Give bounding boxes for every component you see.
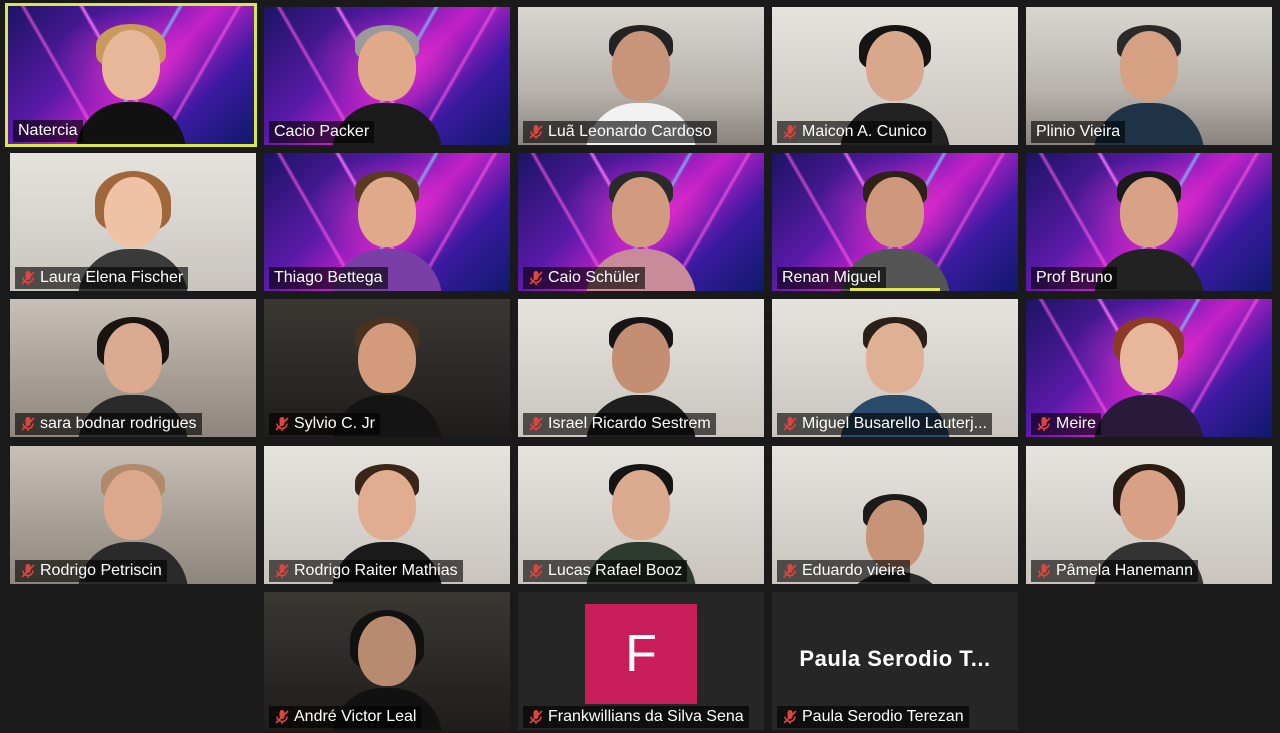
participant-name-label: Lucas Rafael Booz — [523, 560, 688, 582]
participant-name-label: Cacio Packer — [269, 121, 375, 143]
participant-name: Miguel Busarello Lauterj... — [802, 415, 987, 432]
participant-name: Frankwillians da Silva Sena — [548, 708, 744, 725]
mic-muted-icon — [782, 563, 798, 579]
mic-muted-icon — [782, 124, 798, 140]
mic-muted-icon — [20, 270, 36, 286]
participant-name-label: Miguel Busarello Lauterj... — [777, 413, 992, 435]
video-tile-frankwillians-da-silva-sena[interactable]: F Frankwillians da Silva Sena — [518, 592, 764, 730]
participant-name-label: Pâmela Hanemann — [1031, 560, 1198, 582]
video-tile-lua-leonardo-cardoso[interactable]: Luã Leonardo Cardoso — [518, 7, 764, 145]
participant-name: Prof Bruno — [1036, 269, 1113, 286]
participant-name: Natercia — [18, 122, 78, 139]
mic-muted-icon — [528, 124, 544, 140]
participant-name: Thiago Bettega — [274, 269, 383, 286]
video-tile-sara-bodnar-rodrigues[interactable]: sara bodnar rodrigues — [10, 299, 256, 437]
participant-name-label: Frankwillians da Silva Sena — [523, 706, 749, 728]
video-tile-laura-elena-fischer[interactable]: Laura Elena Fischer — [10, 153, 256, 291]
video-off-display-name: Paula Serodio T... — [799, 646, 991, 671]
participant-name: Rodrigo Petriscin — [40, 562, 162, 579]
participant-name: Caio Schüler — [548, 269, 640, 286]
avatar-initial: F — [625, 625, 657, 683]
participant-name: Paula Serodio Terezan — [802, 708, 964, 725]
participant-name-label: Maicon A. Cunico — [777, 121, 932, 143]
participant-name: Laura Elena Fischer — [40, 269, 184, 286]
mic-muted-icon — [782, 416, 798, 432]
participant-name: Sylvio C. Jr — [294, 415, 375, 432]
mic-muted-icon — [274, 416, 290, 432]
video-tile-pamela-hanemann[interactable]: Pâmela Hanemann — [1026, 446, 1272, 584]
participant-name-label: Renan Miguel — [777, 267, 886, 289]
video-tile-maicon-a-cunico[interactable]: Maicon A. Cunico — [772, 7, 1018, 145]
mic-muted-icon — [20, 416, 36, 432]
participant-name-label: Israel Ricardo Sestrem — [523, 413, 716, 435]
participant-name: Israel Ricardo Sestrem — [548, 415, 711, 432]
mic-muted-icon — [274, 709, 290, 725]
video-tile-thiago-bettega[interactable]: Thiago Bettega — [264, 153, 510, 291]
participant-name-label: Laura Elena Fischer — [15, 267, 189, 289]
participant-name-label: Thiago Bettega — [269, 267, 388, 289]
participant-name-label: Caio Schüler — [523, 267, 645, 289]
video-tile-israel-ricardo-sestrem[interactable]: Israel Ricardo Sestrem — [518, 299, 764, 437]
participant-name-label: sara bodnar rodrigues — [15, 413, 202, 435]
participant-name-label: Rodrigo Raiter Mathias — [269, 560, 463, 582]
participant-name: André Victor Leal — [294, 708, 417, 725]
participant-name: Meire — [1056, 415, 1097, 432]
video-tile-renan-miguel[interactable]: Renan Miguel — [772, 153, 1018, 291]
video-tile-miguel-busarello[interactable]: Miguel Busarello Lauterj... — [772, 299, 1018, 437]
video-tile-eduardo-vieira[interactable]: Eduardo vieira — [772, 446, 1018, 584]
mic-muted-icon — [528, 416, 544, 432]
mic-muted-icon — [528, 270, 544, 286]
video-tile-meire[interactable]: Meire — [1026, 299, 1272, 437]
video-tile-lucas-rafael-booz[interactable]: Lucas Rafael Booz — [518, 446, 764, 584]
participant-video — [1094, 317, 1204, 437]
mic-muted-icon — [20, 563, 36, 579]
participant-name-label: Natercia — [13, 120, 83, 142]
video-tile-andre-victor-leal[interactable]: André Victor Leal — [264, 592, 510, 730]
participant-name: Renan Miguel — [782, 269, 881, 286]
mic-muted-icon — [528, 563, 544, 579]
avatar: F — [585, 604, 697, 704]
participant-name-label: Luã Leonardo Cardoso — [523, 121, 717, 143]
participant-name-label: André Victor Leal — [269, 706, 422, 728]
mic-muted-icon — [1036, 563, 1052, 579]
speaking-indicator — [850, 288, 940, 291]
video-tile-prof-bruno[interactable]: Prof Bruno — [1026, 153, 1272, 291]
participant-name-label: Sylvio C. Jr — [269, 413, 380, 435]
participant-name: Rodrigo Raiter Mathias — [294, 562, 458, 579]
video-tile-paula-serodio-terezan[interactable]: Paula Serodio T... Paula Serodio Terezan — [772, 592, 1018, 730]
participant-name-label: Prof Bruno — [1031, 267, 1118, 289]
participant-name-label: Plinio Vieira — [1031, 121, 1126, 143]
participant-name: sara bodnar rodrigues — [40, 415, 197, 432]
participant-name: Pâmela Hanemann — [1056, 562, 1193, 579]
participant-name: Eduardo vieira — [802, 562, 906, 579]
video-tile-rodrigo-petriscin[interactable]: Rodrigo Petriscin — [10, 446, 256, 584]
participant-name: Maicon A. Cunico — [802, 123, 927, 140]
video-tile-natercia[interactable]: Natercia — [5, 3, 257, 147]
participant-name: Lucas Rafael Booz — [548, 562, 683, 579]
participant-name-label: Paula Serodio Terezan — [777, 706, 969, 728]
participant-name: Plinio Vieira — [1036, 123, 1121, 140]
video-tile-sylvio-c-jr[interactable]: Sylvio C. Jr — [264, 299, 510, 437]
participant-name: Luã Leonardo Cardoso — [548, 123, 712, 140]
video-tile-plinio-vieira[interactable]: Plinio Vieira — [1026, 7, 1272, 145]
participant-name-label: Meire — [1031, 413, 1102, 435]
participant-name-label: Eduardo vieira — [777, 560, 911, 582]
mic-muted-icon — [1036, 416, 1052, 432]
participant-name-label: Rodrigo Petriscin — [15, 560, 167, 582]
mic-muted-icon — [782, 709, 798, 725]
video-tile-rodrigo-raiter-mathias[interactable]: Rodrigo Raiter Mathias — [264, 446, 510, 584]
participant-name: Cacio Packer — [274, 123, 370, 140]
mic-muted-icon — [274, 563, 290, 579]
participant-video — [76, 24, 186, 144]
video-tile-cacio-packer[interactable]: Cacio Packer — [264, 7, 510, 145]
video-tile-caio-schuler[interactable]: Caio Schüler — [518, 153, 764, 291]
mic-muted-icon — [528, 709, 544, 725]
